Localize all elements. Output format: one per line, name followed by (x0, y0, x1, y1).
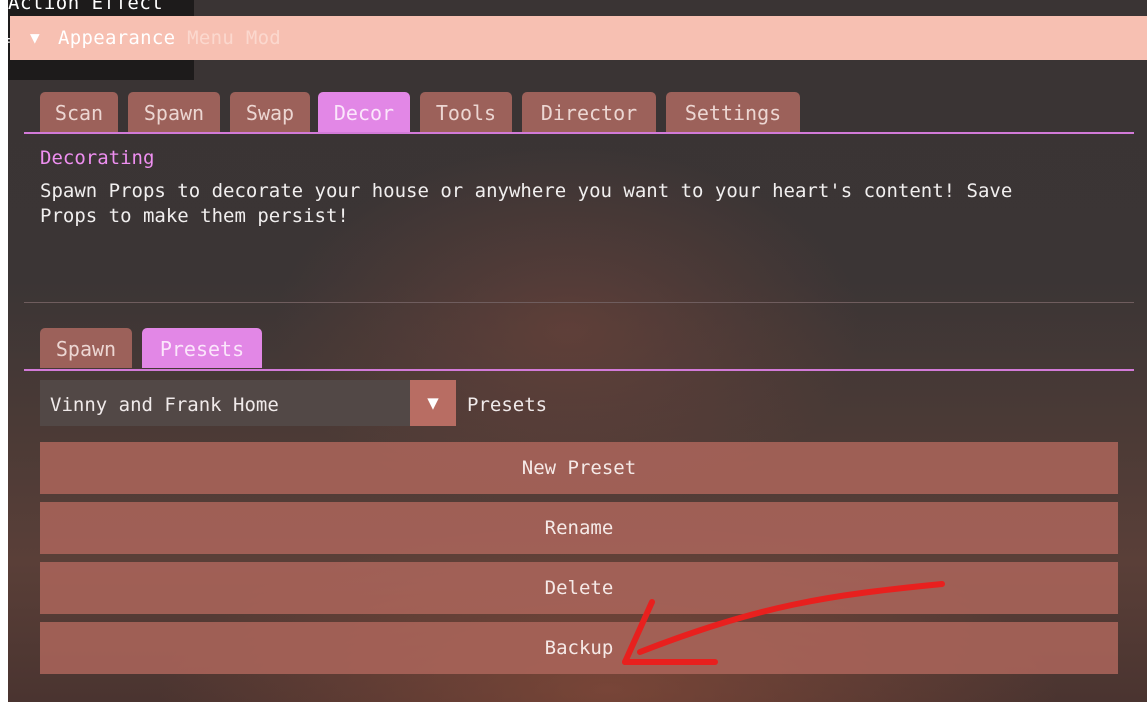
delete-button[interactable]: Delete (40, 562, 1118, 614)
subtab-spawn[interactable]: Spawn (40, 328, 132, 368)
tab-decor[interactable]: Decor (318, 92, 410, 132)
subtab-presets[interactable]: Presets (142, 328, 262, 368)
collapse-arrow-icon[interactable]: ▼ (30, 28, 40, 48)
tab-director[interactable]: Director (522, 92, 656, 132)
main-tab-underline (24, 132, 1134, 134)
title-prefix: f (0, 35, 12, 57)
new-preset-button[interactable]: New Preset (40, 442, 1118, 494)
chevron-down-icon[interactable]: ▼ (410, 380, 456, 426)
tab-swap[interactable]: Swap (230, 92, 310, 132)
backup-button[interactable]: Backup (40, 622, 1118, 674)
tab-spawn[interactable]: Spawn (128, 92, 220, 132)
preset-combo-value: Vinny and Frank Home (50, 394, 279, 416)
section-divider (24, 302, 1134, 303)
top-window-title: Action Effect (8, 0, 164, 13)
tab-tools[interactable]: Tools (420, 92, 512, 132)
tab-scan[interactable]: Scan (40, 92, 118, 132)
window-title-part1: Appearance (58, 27, 176, 49)
window-title: Appearance Menu Mod (58, 26, 281, 50)
sub-tab-underline (24, 369, 1134, 371)
tab-settings[interactable]: Settings (666, 92, 800, 132)
section-title: Decorating (40, 147, 155, 169)
preset-combo-label: Presets (467, 394, 548, 416)
rename-button[interactable]: Rename (40, 502, 1118, 554)
section-description: Spawn Props to decorate your house or an… (40, 180, 1013, 227)
window-title-part2: Menu Mod (175, 27, 282, 49)
